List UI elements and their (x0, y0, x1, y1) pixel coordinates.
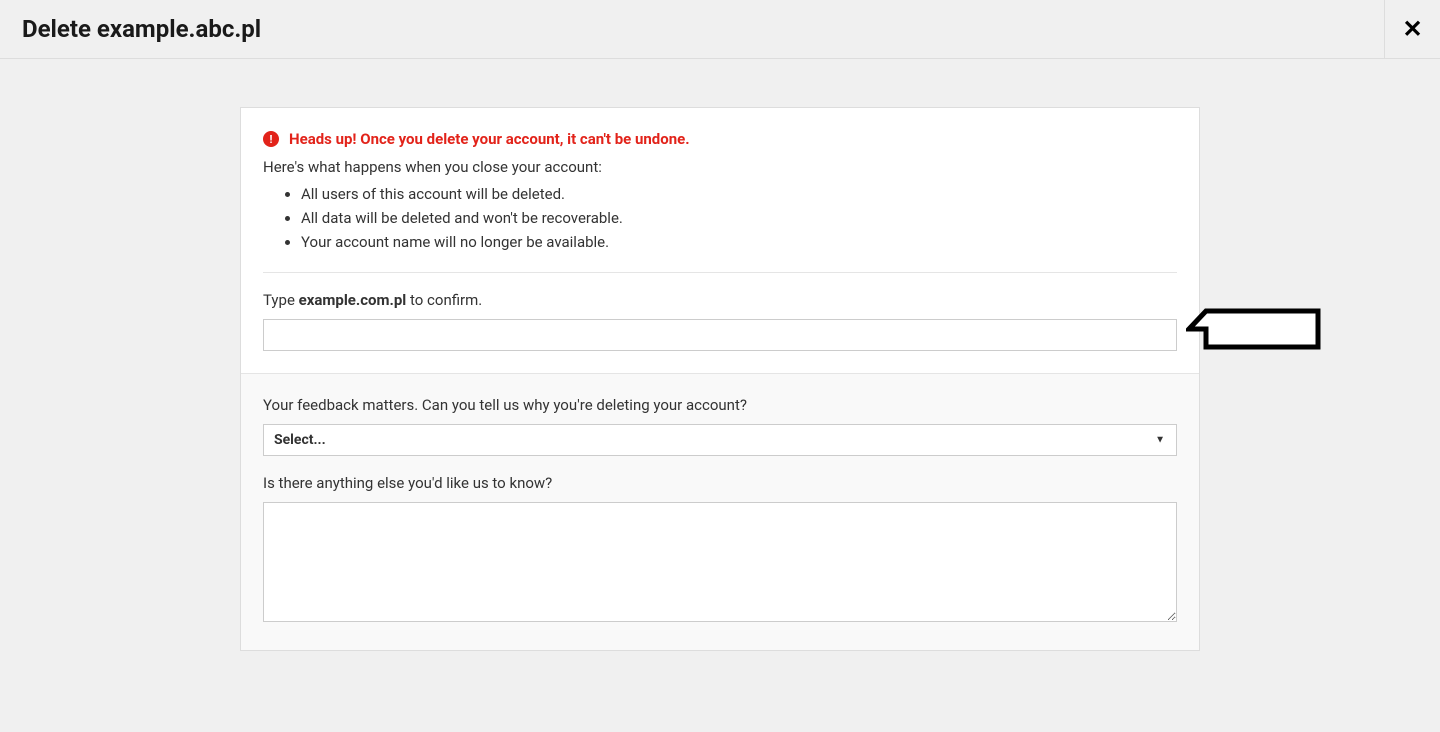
delete-account-panel: ! Heads up! Once you delete your account… (240, 107, 1200, 651)
consequence-list: All users of this account will be delete… (263, 182, 1177, 254)
close-button[interactable]: ✕ (1384, 0, 1440, 59)
feedback-section: Your feedback matters. Can you tell us w… (241, 373, 1199, 650)
list-item: Your account name will no longer be avai… (301, 230, 1177, 254)
page-title: Delete example.abc.pl (0, 15, 261, 43)
divider (263, 272, 1177, 273)
warning-text: Heads up! Once you delete your account, … (289, 130, 690, 148)
content-wrapper: ! Heads up! Once you delete your account… (0, 59, 1440, 651)
reason-select-wrapper: Select... ▼ (263, 424, 1177, 456)
modal-header: Delete example.abc.pl ✕ (0, 0, 1440, 59)
intro-text: Here's what happens when you close your … (263, 158, 1177, 176)
extra-feedback-label: Is there anything else you'd like us to … (263, 474, 1177, 492)
list-item: All data will be deleted and won't be re… (301, 206, 1177, 230)
close-icon: ✕ (1402, 15, 1422, 43)
confirm-domain: example.com.pl (299, 291, 407, 309)
confirm-section: ! Heads up! Once you delete your account… (241, 108, 1199, 373)
warning-row: ! Heads up! Once you delete your account… (263, 130, 1177, 148)
confirm-domain-input[interactable] (263, 319, 1177, 351)
list-item: All users of this account will be delete… (301, 182, 1177, 206)
warning-icon: ! (263, 131, 279, 147)
reason-select[interactable]: Select... (263, 424, 1177, 456)
confirm-label: Type example.com.pl to confirm. (263, 291, 1177, 309)
reason-label: Your feedback matters. Can you tell us w… (263, 396, 1177, 414)
extra-feedback-textarea[interactable] (263, 502, 1177, 622)
